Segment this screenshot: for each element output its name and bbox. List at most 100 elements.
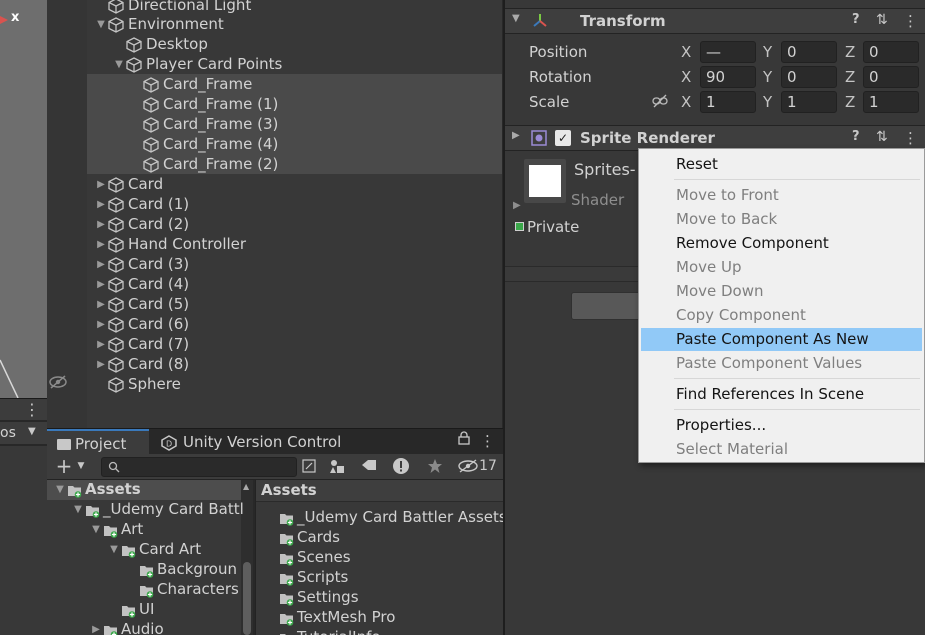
material-expand-icon[interactable]: ▶ — [513, 200, 521, 211]
scene-more-icon[interactable]: ⋮ — [24, 400, 40, 419]
expand-arrow-icon[interactable]: ▶ — [89, 620, 103, 635]
menu-item-move-to-front[interactable]: Move to Front — [641, 184, 922, 207]
sprite-renderer-help-icon[interactable]: ? — [852, 129, 860, 144]
menu-item-find-references-in-scene[interactable]: Find References In Scene — [641, 383, 922, 406]
menu-item-paste-component-values[interactable]: Paste Component Values — [641, 352, 922, 375]
menu-item-move-up[interactable]: Move Up — [641, 256, 922, 279]
expand-arrow-icon[interactable]: ▶ — [94, 355, 108, 375]
transform-header[interactable]: ▼ Transform ? ⇅ ⋮ — [505, 8, 925, 34]
rotation-x-field[interactable]: 90 — [700, 66, 756, 88]
asset-list-item[interactable]: _Udemy Card Battler Assets — [279, 507, 507, 527]
hierarchy-item[interactable]: ▶ Card (1) — [94, 194, 189, 214]
expand-arrow-icon[interactable]: ▶ — [94, 335, 108, 355]
asset-list-item[interactable]: TextMesh Pro — [279, 607, 395, 627]
hierarchy-item[interactable]: Card_Frame (1) — [129, 94, 278, 114]
asset-list-item[interactable]: Cards — [279, 527, 340, 547]
folder-tree-item[interactable]: UI — [107, 599, 154, 619]
filter-type-icon[interactable] — [326, 455, 348, 477]
hierarchy-item[interactable]: ▶ Card — [94, 174, 163, 194]
folder-tree-item[interactable]: Backgroun — [125, 559, 237, 579]
menu-item-paste-component-as-new[interactable]: Paste Component As New — [641, 328, 922, 351]
scale-z-field[interactable]: 1 — [863, 91, 919, 113]
hierarchy-item[interactable]: ▶ Card (8) — [94, 354, 189, 374]
asset-list-item[interactable]: Scripts — [279, 567, 348, 587]
lock-icon[interactable] — [458, 431, 470, 449]
menu-item-move-to-back[interactable]: Move to Back — [641, 208, 922, 231]
expand-arrow-icon[interactable]: ▶ — [94, 315, 108, 335]
hierarchy-item[interactable]: Card_Frame (2) — [129, 154, 278, 174]
transform-more-icon[interactable]: ⋮ — [903, 12, 918, 30]
menu-item-move-down[interactable]: Move Down — [641, 280, 922, 303]
menu-item-select-material[interactable]: Select Material — [641, 438, 922, 461]
transform-collapse-icon[interactable]: ▼ — [512, 13, 520, 24]
folder-tree-item[interactable]: ▶ Audio — [89, 619, 164, 635]
hierarchy-item[interactable]: ▶ Card (3) — [94, 254, 189, 274]
transform-settings-icon[interactable]: ⇅ — [876, 12, 888, 28]
expand-arrow-icon[interactable]: ▶ — [94, 195, 108, 215]
sprite-renderer-collapse-icon[interactable]: ▶ — [512, 130, 520, 141]
position-z-field[interactable]: 0 — [863, 41, 919, 63]
hierarchy-item[interactable]: Card_Frame (3) — [129, 114, 278, 134]
hierarchy-item[interactable]: ▶ Card (4) — [94, 274, 189, 294]
hierarchy-item[interactable]: ▼ Environment — [94, 14, 224, 34]
folder-tree-item[interactable]: ▼ Assets — [53, 479, 141, 499]
asset-list-item[interactable]: TutorialInfo — [279, 627, 381, 635]
add-component-button[interactable] — [571, 292, 643, 320]
hierarchy-item[interactable]: Directional Light — [94, 0, 251, 15]
hierarchy-item[interactable]: Sphere — [94, 374, 181, 394]
hierarchy-item[interactable]: Desktop — [112, 34, 208, 54]
scale-link-icon[interactable] — [652, 94, 668, 108]
position-x-field[interactable]: — — [700, 41, 756, 63]
expand-arrow-icon[interactable]: ▼ — [89, 520, 103, 540]
expand-arrow-icon[interactable]: ▶ — [94, 235, 108, 255]
scene-close-icon[interactable]: x — [0, 10, 22, 30]
hierarchy-item[interactable]: Card_Frame — [129, 74, 252, 94]
project-search-input[interactable] — [101, 457, 297, 477]
favorites-star-icon[interactable] — [424, 455, 446, 477]
filter-label-icon[interactable] — [358, 455, 380, 477]
hierarchy-item[interactable]: ▼ Player Card Points — [112, 54, 282, 74]
menu-item-copy-component[interactable]: Copy Component — [641, 304, 922, 327]
expand-arrow-icon[interactable]: ▶ — [94, 255, 108, 275]
tab-unity-version-control[interactable]: D Unity Version Control — [151, 429, 451, 455]
folder-tree-item[interactable]: Characters — [125, 579, 239, 599]
hierarchy-item[interactable]: ▶ Card (2) — [94, 214, 189, 234]
add-dropdown-icon[interactable]: ▼ — [75, 455, 87, 477]
project-more-icon[interactable]: ⋮ — [480, 432, 495, 450]
scroll-up-icon[interactable]: ▲ — [243, 482, 249, 491]
folder-tree-item[interactable]: ▼ Art — [89, 519, 143, 539]
scale-y-field[interactable]: 1 — [781, 91, 837, 113]
scene-view[interactable] — [0, 0, 47, 398]
menu-item-remove-component[interactable]: Remove Component — [641, 232, 922, 255]
tree-scrollbar-thumb[interactable] — [243, 562, 251, 635]
menu-item-reset[interactable]: Reset — [641, 153, 922, 176]
rotation-z-field[interactable]: 0 — [863, 66, 919, 88]
sprite-renderer-settings-icon[interactable]: ⇅ — [876, 129, 888, 145]
hidden-eye-icon[interactable] — [48, 374, 68, 390]
scene-dropdown-icon[interactable]: ▼ — [28, 426, 36, 437]
position-y-field[interactable]: 0 — [781, 41, 837, 63]
expand-arrow-icon[interactable]: ▼ — [94, 15, 108, 35]
sprite-renderer-more-icon[interactable]: ⋮ — [903, 129, 918, 147]
search-by-type-icon[interactable] — [299, 455, 319, 477]
expand-arrow-icon[interactable]: ▶ — [94, 175, 108, 195]
asset-list-item[interactable]: Settings — [279, 587, 359, 607]
folder-tree-item[interactable]: ▼ Card Art — [107, 539, 201, 559]
expand-arrow-icon[interactable]: ▼ — [53, 480, 67, 500]
sprite-renderer-enabled-checkbox[interactable]: ✓ — [555, 130, 571, 146]
expand-arrow-icon[interactable]: ▶ — [94, 275, 108, 295]
expand-arrow-icon[interactable]: ▼ — [112, 55, 126, 75]
rotation-y-field[interactable]: 0 — [781, 66, 837, 88]
expand-arrow-icon[interactable]: ▼ — [71, 500, 85, 520]
hidden-packages-toggle[interactable]: 17 — [456, 455, 498, 477]
add-asset-button[interactable]: + — [53, 455, 75, 477]
hierarchy-item[interactable]: Card_Frame (4) — [129, 134, 278, 154]
tab-project[interactable]: Project — [47, 429, 149, 455]
hierarchy-item[interactable]: ▶ Card (7) — [94, 334, 189, 354]
warning-filter-icon[interactable] — [390, 455, 412, 477]
expand-arrow-icon[interactable]: ▶ — [94, 215, 108, 235]
menu-item-properties[interactable]: Properties... — [641, 414, 922, 437]
expand-arrow-icon[interactable]: ▶ — [94, 295, 108, 315]
hierarchy-item[interactable]: ▶ Card (6) — [94, 314, 189, 334]
scale-x-field[interactable]: 1 — [700, 91, 756, 113]
